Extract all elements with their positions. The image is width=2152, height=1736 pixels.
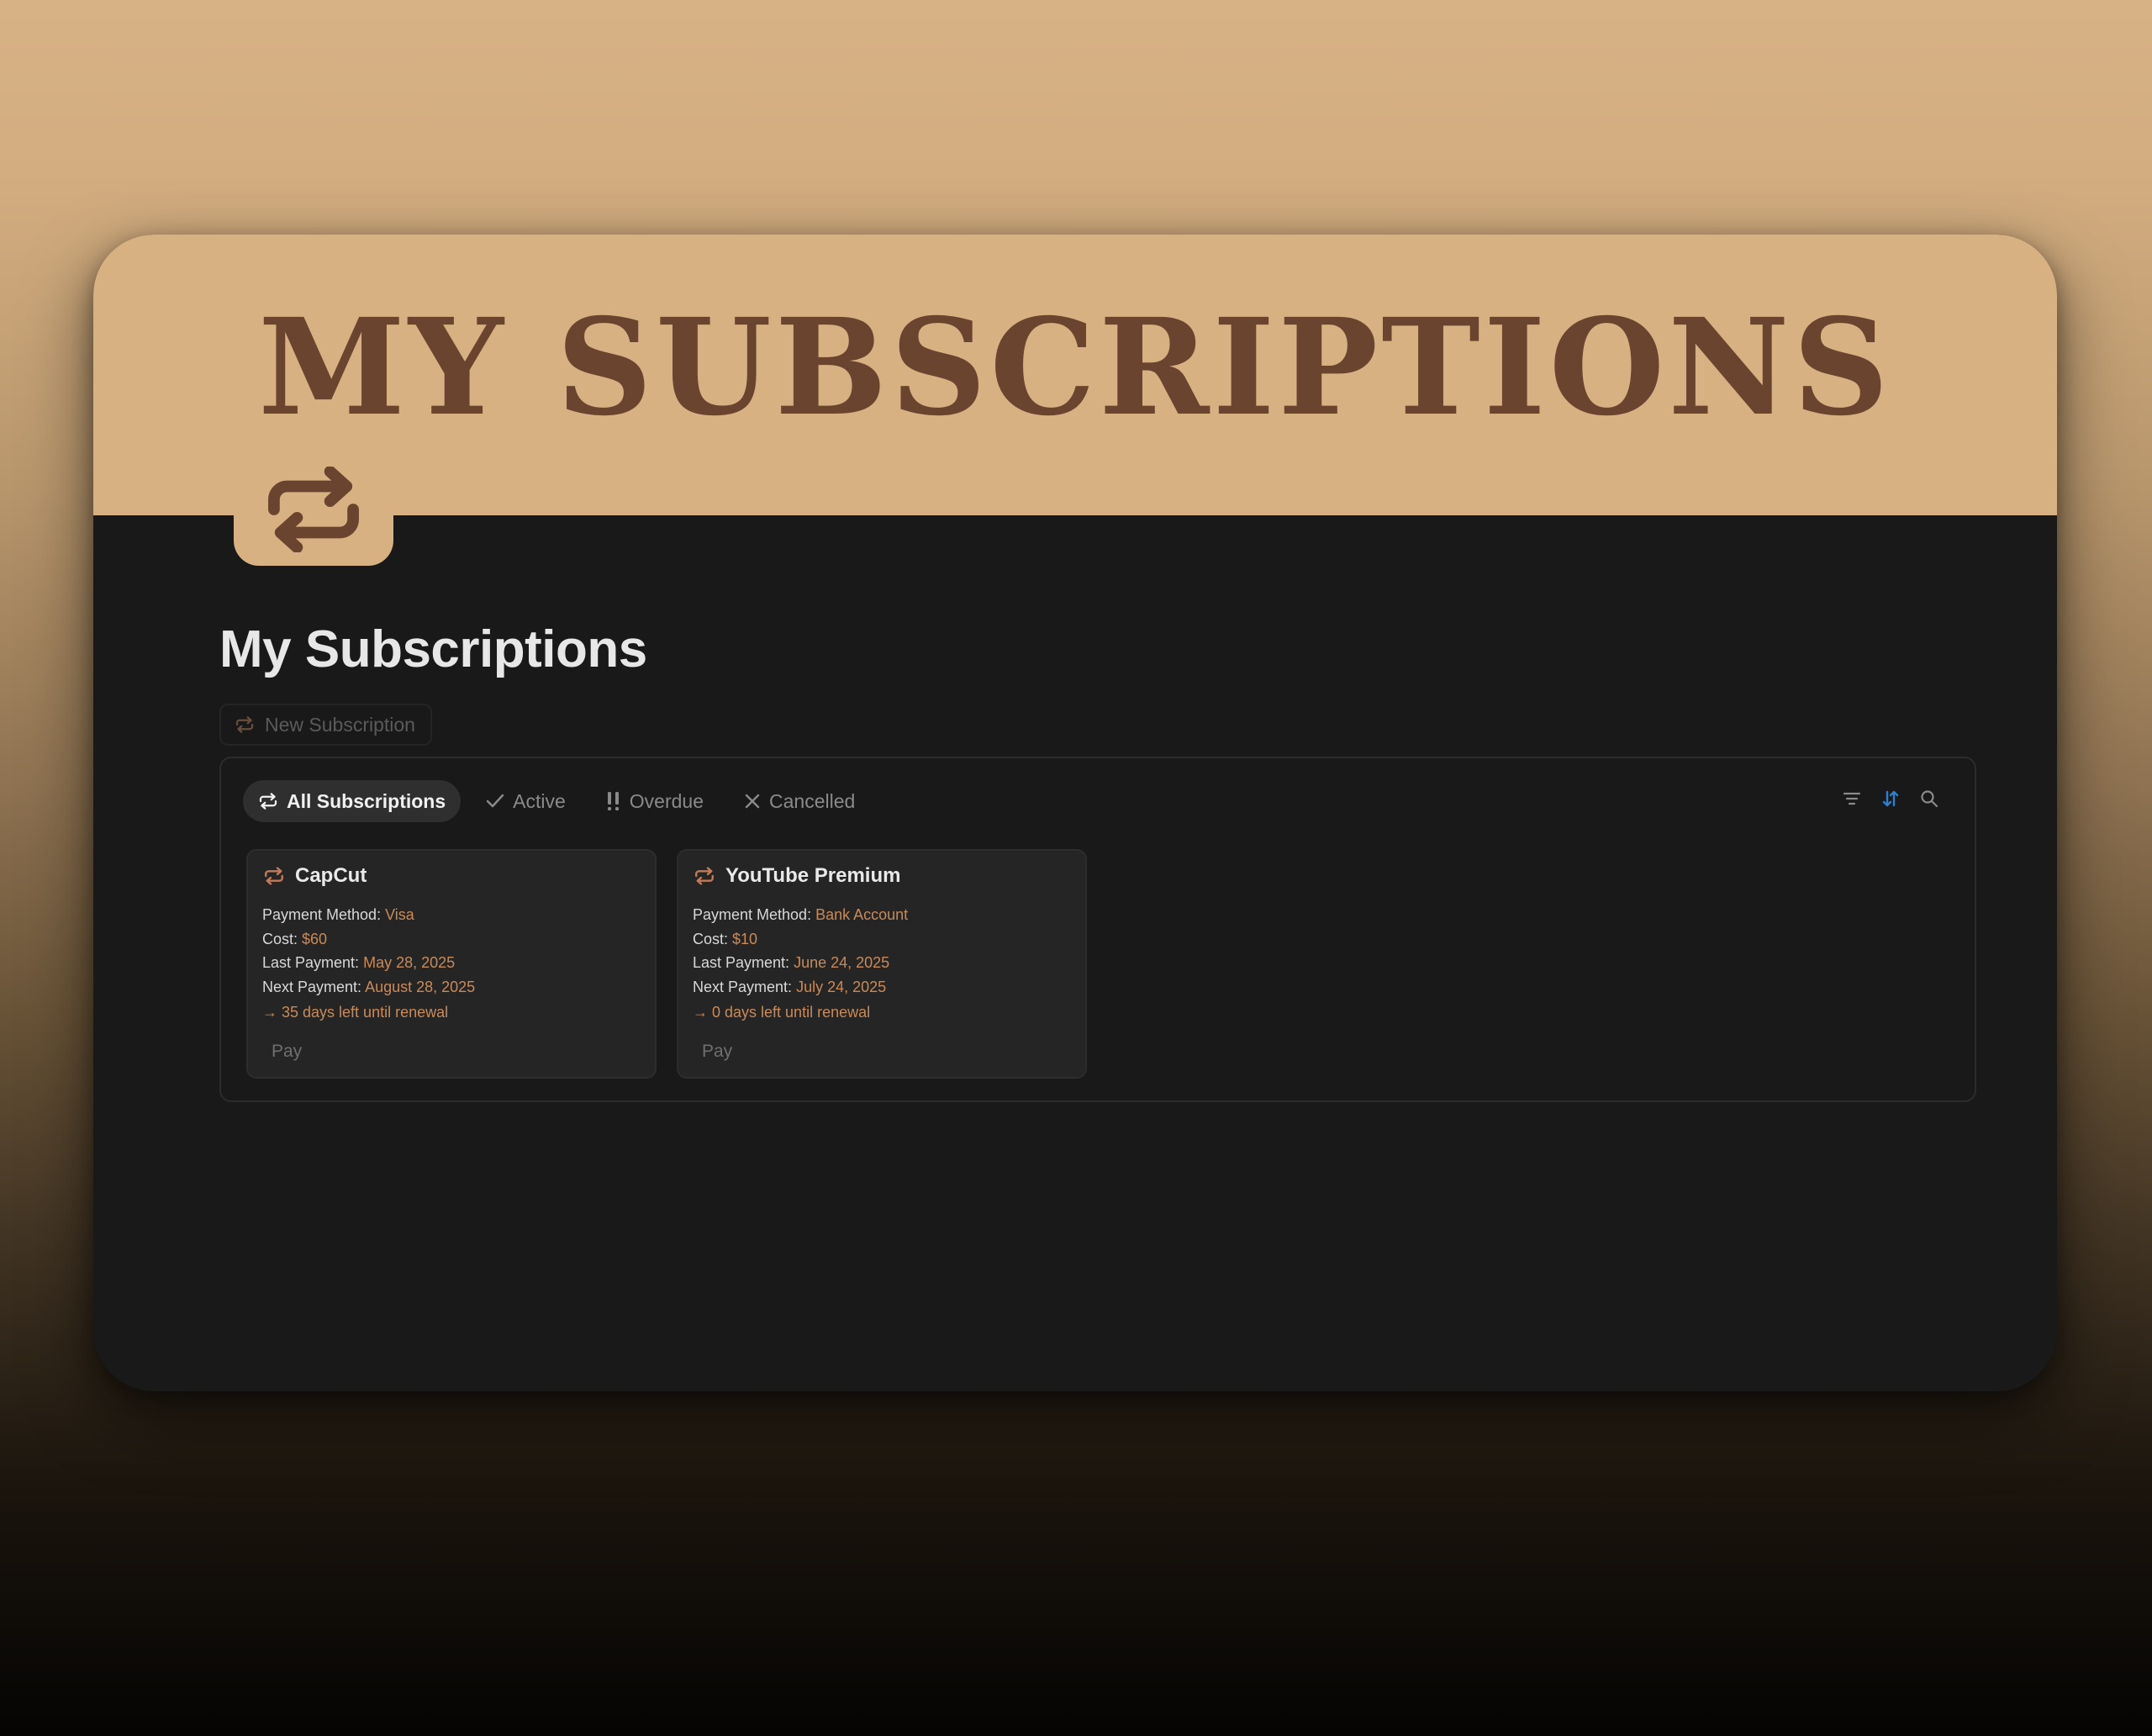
property-value: August 28, 2025 — [365, 978, 476, 995]
tab-cancelled[interactable]: Cancelled — [729, 780, 870, 822]
database-toolbar — [1842, 789, 1939, 809]
x-icon — [745, 794, 760, 809]
notion-page-window: MY SUBSCRIPTIONS My Subscriptions New Su… — [93, 235, 2057, 1391]
repeat-icon — [235, 716, 254, 733]
renewal-countdown: → 35 days left until renewal — [262, 1004, 449, 1021]
check-icon — [486, 794, 504, 808]
subscription-card[interactable]: YouTube Premium Payment Method: Bank Acc… — [677, 849, 1087, 1079]
pay-button[interactable]: Pay — [692, 1037, 742, 1066]
last-payment-row: Last Payment: May 28, 2025 — [262, 951, 475, 975]
tab-label: Overdue — [629, 789, 704, 812]
property-label: Payment Method: — [262, 906, 382, 923]
property-value: May 28, 2025 — [363, 954, 456, 971]
page-title: My Subscriptions — [219, 620, 647, 678]
subscription-card[interactable]: CapCut Payment Method: Visa Cost: $60 La… — [246, 849, 657, 1079]
property-label: Cost: — [262, 930, 298, 947]
banner-title: MY SUBSCRIPTIONS — [258, 290, 1892, 446]
cost-row: Cost: $60 — [262, 927, 475, 952]
payment-method-row: Payment Method: Visa — [262, 903, 475, 927]
tab-overdue[interactable]: Overdue — [591, 780, 719, 822]
next-payment-row: Next Payment: August 28, 2025 — [262, 975, 475, 1000]
property-value: $60 — [302, 930, 328, 947]
property-value: Visa — [385, 906, 414, 923]
repeat-icon — [695, 867, 714, 885]
next-payment-row: Next Payment: July 24, 2025 — [693, 975, 908, 1000]
property-label: Next Payment: — [262, 978, 362, 995]
last-payment-row: Last Payment: June 24, 2025 — [693, 951, 908, 975]
property-value: July 24, 2025 — [796, 978, 887, 995]
property-value: Bank Account — [815, 906, 909, 923]
pay-button[interactable]: Pay — [261, 1037, 312, 1066]
tab-label: Active — [513, 789, 566, 812]
subscriptions-database: All Subscriptions Active Overdue Cancell… — [219, 757, 1976, 1102]
payment-method-row: Payment Method: Bank Account — [693, 903, 908, 927]
cost-row: Cost: $10 — [693, 927, 908, 952]
card-header: CapCut — [263, 864, 367, 888]
tab-active[interactable]: Active — [471, 780, 581, 822]
property-label: Payment Method: — [693, 906, 812, 923]
tab-label: All Subscriptions — [287, 789, 446, 812]
property-label: Last Payment: — [262, 954, 360, 971]
page-icon[interactable] — [234, 452, 393, 566]
double-exclamation-icon — [607, 792, 619, 810]
search-icon[interactable] — [1919, 789, 1939, 809]
sort-icon[interactable] — [1880, 789, 1901, 809]
repeat-icon — [268, 466, 359, 552]
card-title: CapCut — [295, 864, 367, 887]
property-value: $10 — [732, 930, 758, 947]
new-subscription-button[interactable]: New Subscription — [219, 704, 432, 746]
gallery-cards: CapCut Payment Method: Visa Cost: $60 La… — [246, 849, 1087, 1079]
repeat-icon — [259, 793, 277, 810]
filter-icon[interactable] — [1842, 789, 1862, 809]
card-title: YouTube Premium — [725, 864, 901, 887]
property-label: Cost: — [693, 930, 729, 947]
tab-label: Cancelled — [769, 789, 856, 812]
view-tabs: All Subscriptions Active Overdue Cancell… — [243, 780, 870, 822]
card-properties: Payment Method: Bank Account Cost: $10 L… — [693, 903, 908, 999]
repeat-icon — [265, 867, 283, 885]
renewal-countdown: → 0 days left until renewal — [693, 1004, 871, 1021]
card-header: YouTube Premium — [694, 864, 900, 888]
property-label: Last Payment: — [693, 954, 790, 971]
card-properties: Payment Method: Visa Cost: $60 Last Paym… — [262, 903, 475, 999]
new-subscription-label: New Subscription — [265, 713, 415, 736]
property-label: Next Payment: — [693, 978, 793, 995]
tab-all-subscriptions[interactable]: All Subscriptions — [243, 780, 462, 822]
property-value: June 24, 2025 — [794, 954, 890, 971]
